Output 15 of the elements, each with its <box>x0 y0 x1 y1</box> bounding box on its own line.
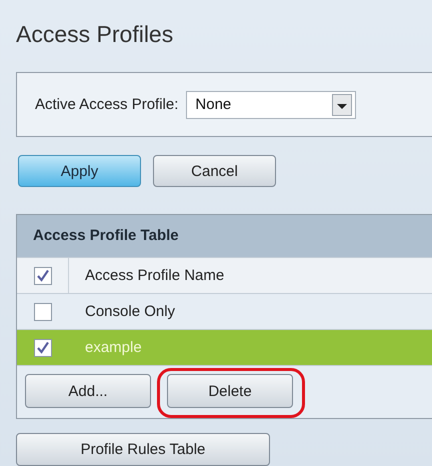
table-title: Access Profile Table <box>17 215 432 257</box>
profile-dropdown[interactable]: None <box>186 90 356 118</box>
page-title: Access Profiles <box>16 20 174 48</box>
table-cell-text: Console Only <box>84 303 176 320</box>
profile-rules-table-button[interactable]: Profile Rules Table <box>16 433 270 466</box>
checkbox[interactable] <box>34 302 52 320</box>
checkbox[interactable] <box>34 266 52 284</box>
cancel-button[interactable]: Cancel <box>153 155 276 187</box>
column-header: Access Profile Name <box>84 267 224 284</box>
field-label: Active Access Profile: <box>35 96 178 113</box>
checkbox[interactable] <box>34 338 52 356</box>
table-cell-text: example <box>84 339 142 356</box>
delete-button[interactable]: Delete <box>167 374 293 408</box>
add-button[interactable]: Add... <box>25 374 151 408</box>
apply-button[interactable]: Apply <box>18 155 141 187</box>
